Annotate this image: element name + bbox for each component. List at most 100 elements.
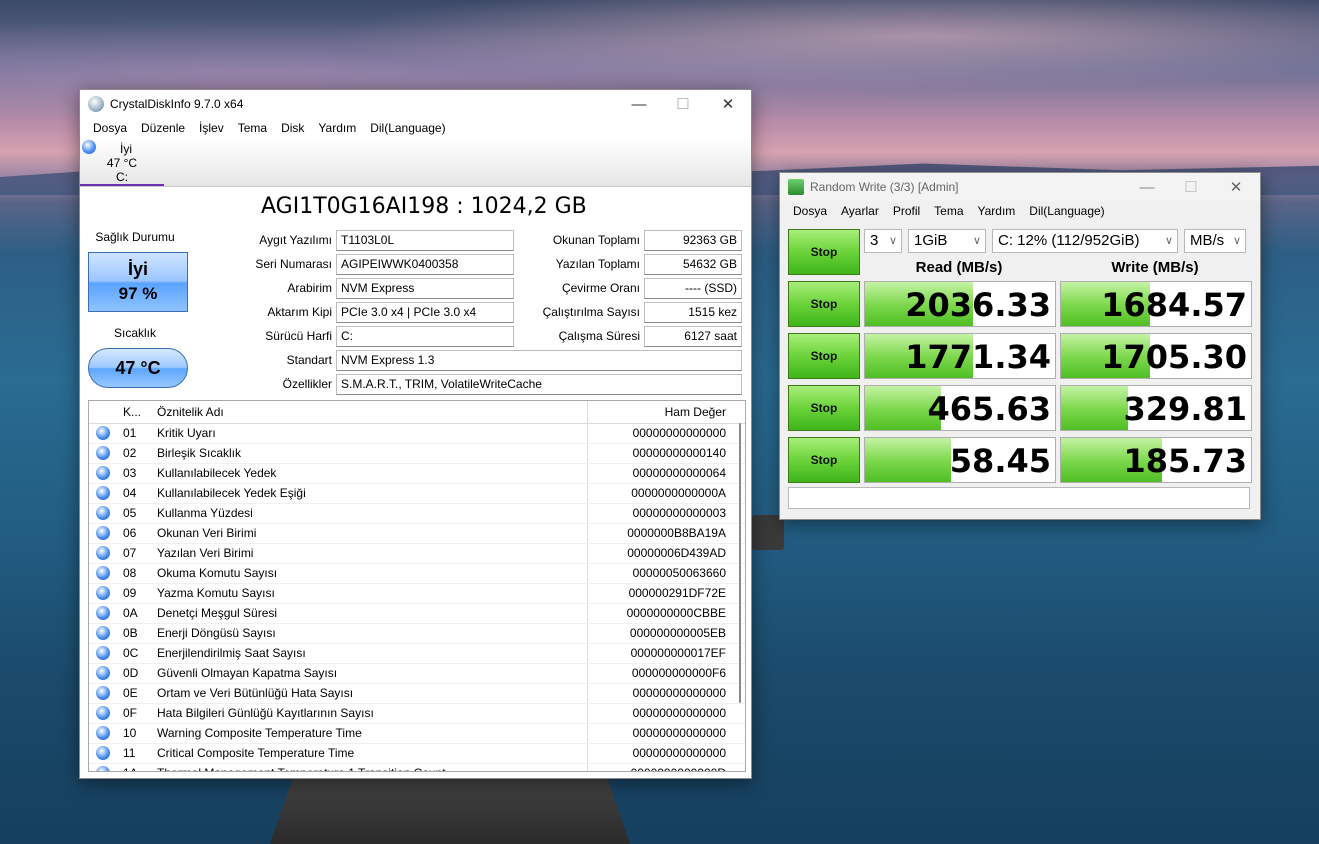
table-row[interactable]: 05 Kullanma Yüzdesi 00000000000003	[89, 504, 745, 524]
disk-model-title: AGI1T0G16AI198 : 1024,2 GB	[261, 194, 587, 219]
scrollbar-thumb[interactable]	[739, 423, 741, 703]
write-result-bar	[1061, 386, 1128, 430]
attribute-id: 1A	[119, 764, 153, 771]
minimize-icon[interactable]: —	[1124, 173, 1170, 201]
attribute-status-dot-icon	[96, 506, 110, 520]
attribute-name: Thermal Management Temperature 1 Transit…	[153, 764, 588, 771]
cdm-titlebar[interactable]: Random Write (3/3) [Admin] — ☐ ✕	[780, 173, 1260, 201]
cdi-titlebar[interactable]: CrystalDiskInfo 9.7.0 x64 — ☐ ✕	[80, 90, 751, 118]
disk-selector-strip: İyi 47 °C C:	[80, 138, 751, 187]
attribute-status-dot-icon	[96, 686, 110, 700]
table-row[interactable]: 02 Birleşik Sıcaklık 00000000000140	[89, 444, 745, 464]
cdi-menubar: Dosya Düzenle İşlev Tema Disk Yardım Dil…	[80, 118, 751, 138]
attribute-raw-value: 0000000000000D	[588, 764, 730, 771]
attribute-raw-value: 00000000000000	[632, 746, 726, 760]
stop-button[interactable]: Stop	[788, 437, 860, 483]
standard-label: Standart	[286, 353, 332, 367]
close-icon[interactable]: ✕	[705, 90, 751, 118]
attribute-raw-value: 0000000000CBBE	[626, 606, 726, 620]
menu-dosya[interactable]: Dosya	[786, 204, 834, 218]
attribute-status-dot-icon	[96, 566, 110, 580]
col-header-raw[interactable]: Ham Değer	[588, 401, 730, 423]
minimize-icon[interactable]: —	[616, 90, 662, 118]
table-scrollbar[interactable]	[737, 423, 743, 763]
smart-attribute-table[interactable]: K... Öznitelik Adı Ham Değer 01 Kritik Uy…	[88, 400, 746, 772]
health-status-box[interactable]: İyi 97 %	[88, 252, 188, 312]
menu-tema[interactable]: Tema	[927, 204, 970, 218]
drive-letter-value: C:	[336, 326, 514, 347]
table-row[interactable]: 0D Güvenli Olmayan Kapatma Sayısı 00000000…	[89, 664, 745, 684]
attribute-raw-value: 00000000000064	[632, 466, 726, 480]
stop-button[interactable]: Stop	[788, 281, 860, 327]
test-count-value: 3	[870, 232, 879, 249]
table-row[interactable]: 0E Ortam ve Veri Bütünlüğü Hata Sayısı 000…	[89, 684, 745, 704]
table-row[interactable]: 08 Okuma Komutu Sayısı 00000050063660	[89, 564, 745, 584]
serial-value: AGIPEIWWK0400358	[336, 254, 514, 275]
firmware-value: T1103L0L	[336, 230, 514, 251]
col-header-id[interactable]: K...	[119, 401, 153, 423]
table-row[interactable]: 0A Denetçi Meşgul Süresi 0000000000CBBE	[89, 604, 745, 624]
menu-yardim[interactable]: Yardım	[971, 204, 1023, 218]
table-row[interactable]: 07 Yazılan Veri Birimi 00000006D439AD	[89, 544, 745, 564]
table-row[interactable]: 10 Warning Composite Temperature Time 0000…	[89, 724, 745, 744]
close-icon[interactable]: ✕	[1213, 173, 1259, 201]
menu-profil[interactable]: Profil	[886, 204, 927, 218]
test-size-value: 1GiB	[914, 232, 948, 249]
read-column-header: Read (MB/s)	[915, 259, 1003, 276]
unit-select[interactable]: MB/s ∨	[1184, 229, 1246, 253]
chevron-down-icon: ∨	[972, 235, 981, 247]
menu-yardim[interactable]: Yardım	[311, 121, 363, 135]
attribute-id: 04	[123, 486, 137, 500]
read-result-value: 465.63	[927, 390, 1051, 428]
menu-language[interactable]: Dil(Language)	[1022, 204, 1111, 218]
menu-language[interactable]: Dil(Language)	[363, 121, 452, 135]
menu-disk[interactable]: Disk	[274, 121, 311, 135]
table-row[interactable]: 04 Kullanılabilecek Yedek Eşiği 0000000000…	[89, 484, 745, 504]
read-result-box: 465.63	[864, 385, 1056, 431]
drive-select[interactable]: C: 12% (112/952GiB) ∨	[992, 229, 1178, 253]
stop-all-button[interactable]: Stop	[788, 229, 860, 275]
menu-duzenle[interactable]: Düzenle	[134, 121, 192, 135]
table-row[interactable]: 01 Kritik Uyarı 00000000000000	[89, 424, 745, 444]
attribute-id: 0C	[123, 646, 139, 660]
stop-button[interactable]: Stop	[788, 385, 860, 431]
test-count-select[interactable]: 3 ∨	[864, 229, 902, 253]
maximize-icon[interactable]: ☐	[660, 90, 706, 118]
table-row[interactable]: 11 Critical Composite Temperature Time 000…	[89, 744, 745, 764]
test-size-select[interactable]: 1GiB ∨	[908, 229, 986, 253]
attribute-id: 03	[123, 466, 137, 480]
attribute-status-dot-icon	[96, 646, 110, 660]
chevron-down-icon: ∨	[888, 235, 897, 247]
standard-value: NVM Express 1.3	[336, 350, 742, 371]
table-row[interactable]: 0C Enerjilendirilmiş Saat Sayısı 000000000…	[89, 644, 745, 664]
attribute-name: Kullanma Yüzdesi	[153, 504, 588, 523]
table-row[interactable]: 0B Enerji Döngüsü Sayısı 000000000005EB	[89, 624, 745, 644]
maximize-icon[interactable]: ☐	[1168, 173, 1214, 201]
table-row[interactable]: 03 Kullanılabilecek Yedek 00000000000064	[89, 464, 745, 484]
attribute-id: 0E	[123, 686, 138, 700]
attribute-status-dot-icon	[96, 486, 110, 500]
attribute-status-dot-icon	[96, 446, 110, 460]
read-result-box: 2036.33	[864, 281, 1056, 327]
table-row[interactable]: 0F Hata Bilgileri Günlüğü Kayıtlarının Sa…	[89, 704, 745, 724]
attribute-id: 0D	[123, 666, 139, 680]
stop-button[interactable]: Stop	[788, 333, 860, 379]
attribute-id: 0A	[123, 606, 138, 620]
disk-tab-temp: 47 °C	[106, 156, 138, 170]
table-row[interactable]: 1AThermal Management Temperature 1 Trans…	[89, 764, 745, 771]
attribute-raw-value: 000000000005EB	[629, 626, 726, 640]
table-row[interactable]: 06 Okunan Veri Birimi 0000000B8BA19A	[89, 524, 745, 544]
attribute-raw-value: 00000000000140	[632, 446, 726, 460]
menu-islev[interactable]: İşlev	[192, 121, 231, 135]
menu-tema[interactable]: Tema	[231, 121, 274, 135]
serial-label: Seri Numarası	[255, 257, 332, 271]
comment-field[interactable]	[788, 487, 1250, 509]
disk-tab-c[interactable]: İyi 47 °C C:	[80, 138, 164, 186]
features-value: S.M.A.R.T., TRIM, VolatileWriteCache	[336, 374, 742, 395]
temperature-box[interactable]: 47 °C	[88, 348, 188, 388]
write-result-value: 1684.57	[1101, 286, 1247, 324]
menu-ayarlar[interactable]: Ayarlar	[834, 204, 886, 218]
menu-dosya[interactable]: Dosya	[86, 121, 134, 135]
col-header-name[interactable]: Öznitelik Adı	[153, 401, 588, 423]
table-row[interactable]: 09 Yazma Komutu Sayısı 000000291DF72E	[89, 584, 745, 604]
